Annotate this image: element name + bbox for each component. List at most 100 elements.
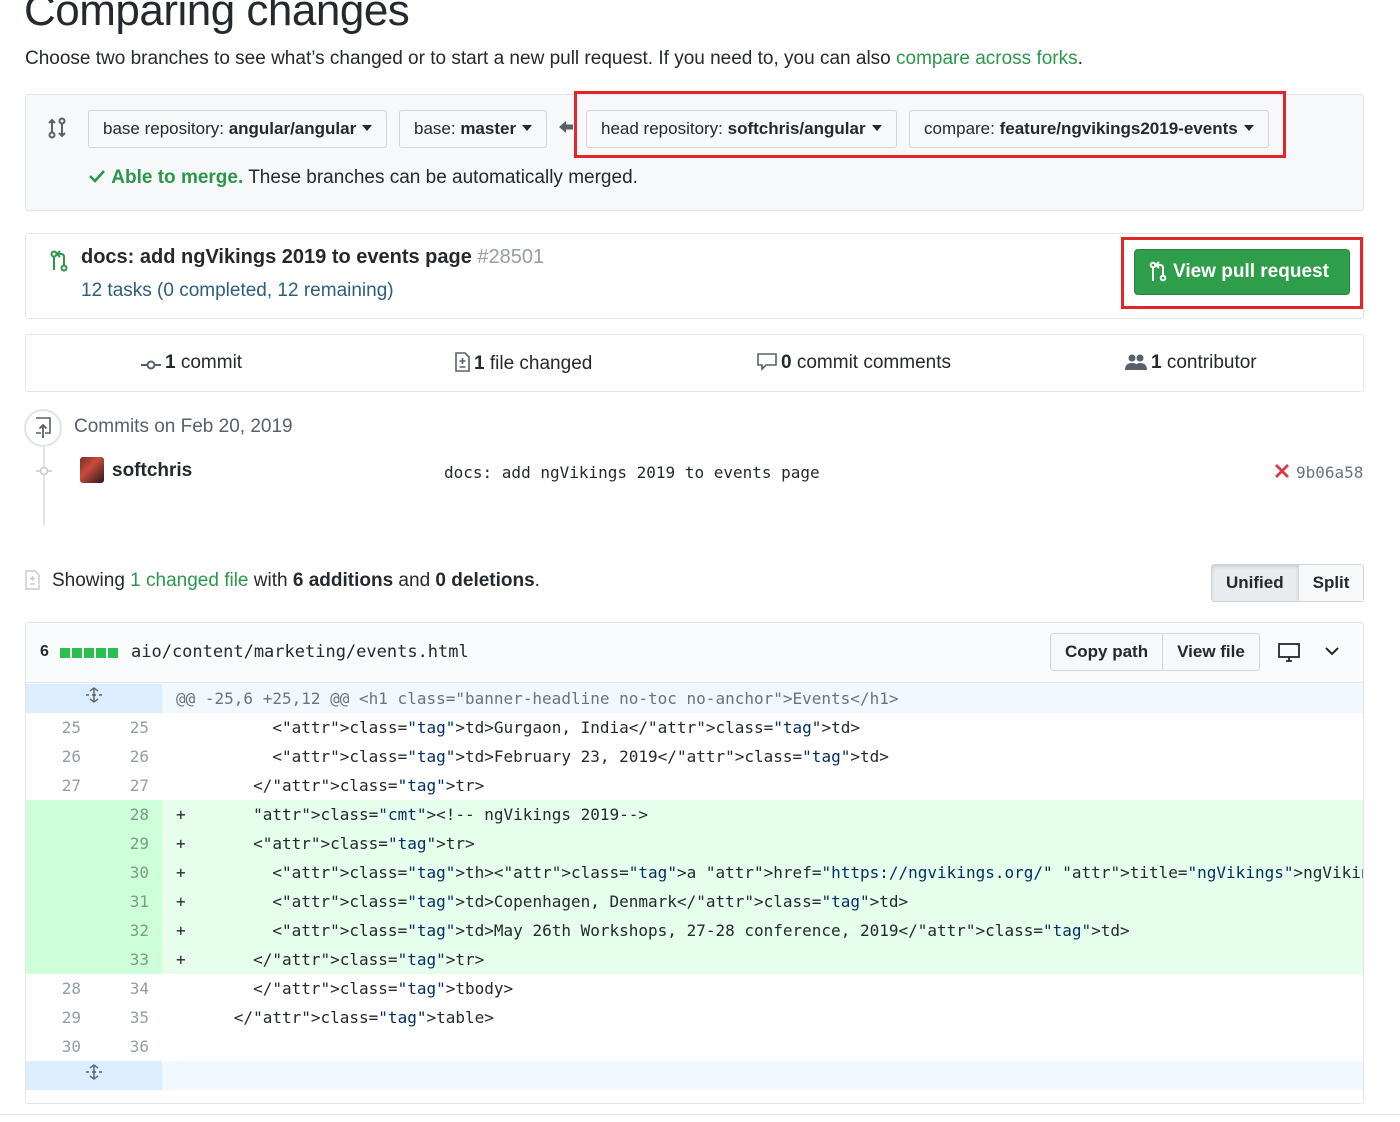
diff-line: 29 35 </"attr">class="tag">table> xyxy=(26,1003,1363,1032)
old-line-number[interactable]: 28 xyxy=(26,974,94,1003)
code-line: </"attr">class="tag">tr> xyxy=(176,776,485,795)
caret-down-icon xyxy=(1243,125,1254,131)
timeline-line xyxy=(43,447,45,525)
diff-view-toggle: Unified Split xyxy=(1211,564,1365,602)
pr-tasks: 12 tasks (0 completed, 12 remaining) xyxy=(81,280,394,301)
base-repo-value: angular/angular xyxy=(228,119,357,138)
commits-date-heading: Commits on Feb 20, 2019 xyxy=(74,416,293,437)
view-file-button[interactable]: View file xyxy=(1162,634,1259,670)
commit-icon xyxy=(141,360,161,370)
commit-message[interactable]: docs: add ngVikings 2019 to events page xyxy=(444,463,820,482)
old-line-number[interactable] xyxy=(26,887,94,916)
head-repository-select[interactable]: head repository: softchris/angular xyxy=(586,110,897,148)
file-path[interactable]: aio/content/marketing/events.html xyxy=(131,642,469,662)
files-summary: Showing 1 changed file with 6 additions … xyxy=(52,570,540,592)
expand-lines-button[interactable] xyxy=(26,684,162,713)
diff-line: 25 25 <"attr">class="tag">td>Gurgaon, Ind… xyxy=(26,713,1363,742)
subtitle-text: Choose two branches to see what’s change… xyxy=(25,48,897,69)
new-line-number[interactable]: 25 xyxy=(94,713,162,742)
new-line-number[interactable]: 27 xyxy=(94,771,162,800)
head-repo-label: head repository: xyxy=(601,119,728,138)
old-line-number[interactable]: 29 xyxy=(26,1003,94,1032)
stat-contributors[interactable]: 1 contributor xyxy=(1125,352,1257,374)
compare-label: compare: xyxy=(924,119,1000,138)
unified-button[interactable]: Unified xyxy=(1212,565,1299,601)
file-actions: Copy path View file xyxy=(1050,633,1260,671)
merge-ok-text: Able to merge. xyxy=(111,167,244,188)
copy-path-button[interactable]: Copy path xyxy=(1051,634,1163,670)
base-repository-select[interactable]: base repository: angular/angular xyxy=(88,110,388,148)
old-line-number[interactable] xyxy=(26,945,94,974)
code-line: + </"attr">class="tag">tr> xyxy=(176,950,485,969)
hunk-header xyxy=(162,1061,1363,1090)
unfold-icon xyxy=(86,687,102,703)
avatar[interactable] xyxy=(80,457,104,483)
new-line-number[interactable]: 35 xyxy=(94,1003,162,1032)
commit-author[interactable]: softchris xyxy=(112,460,192,482)
summary-end: . xyxy=(534,570,540,591)
page-divider xyxy=(0,1114,1400,1115)
file-change-count: 6 xyxy=(40,643,49,660)
new-line-number[interactable]: 31 xyxy=(94,887,162,916)
base-branch-select[interactable]: base: master xyxy=(399,110,548,148)
code-line: + "attr">class="cmt"><!-- ngVikings 2019… xyxy=(176,805,649,824)
diff-line: 28 + "attr">class="cmt"><!-- ngVikings 20… xyxy=(26,800,1363,829)
new-line-number[interactable]: 34 xyxy=(94,974,162,1003)
commits-count: 1 xyxy=(165,352,176,373)
stat-comments[interactable]: 0 commit comments xyxy=(757,352,951,374)
old-line-number[interactable]: 30 xyxy=(26,1032,94,1061)
code-line: + <"attr">class="tag">td>May 26th Worksh… xyxy=(176,921,1130,940)
stat-files[interactable]: 1 file changed xyxy=(454,352,592,375)
pr-number: #28501 xyxy=(477,246,545,268)
view-pr-label: View pull request xyxy=(1173,261,1329,282)
old-line-number[interactable]: 26 xyxy=(26,742,94,771)
old-line-number[interactable]: 25 xyxy=(26,713,94,742)
check-icon xyxy=(89,170,105,183)
hunk-header: @@ -25,6 +25,12 @@ <h1 class="banner-hea… xyxy=(176,689,899,708)
split-button[interactable]: Split xyxy=(1298,565,1364,601)
base-branch-label: base: xyxy=(414,119,461,138)
head-repo-value: softchris/angular xyxy=(727,119,866,138)
new-line-number[interactable]: 26 xyxy=(94,742,162,771)
summary-and: and xyxy=(393,570,436,591)
comments-label: commit comments xyxy=(791,352,951,373)
old-line-number[interactable] xyxy=(26,829,94,858)
new-line-number[interactable]: 36 xyxy=(94,1032,162,1061)
new-line-number[interactable]: 28 xyxy=(94,800,162,829)
new-line-number[interactable]: 33 xyxy=(94,945,162,974)
view-pull-request-button[interactable]: View pull request xyxy=(1134,249,1350,295)
old-line-number[interactable] xyxy=(26,916,94,945)
pr-title[interactable]: docs: add ngVikings 2019 to events page … xyxy=(81,246,544,269)
compare-across-forks-link[interactable]: compare across forks xyxy=(896,48,1078,69)
old-line-number[interactable] xyxy=(26,858,94,887)
file-diff: 6 aio/content/marketing/events.html Copy… xyxy=(25,622,1364,1104)
commit-sha[interactable]: 9b06a58 xyxy=(1296,463,1363,482)
chevron-down-icon[interactable] xyxy=(1324,645,1340,657)
changed-file-link[interactable]: 1 changed file xyxy=(130,570,248,591)
subtitle-end: . xyxy=(1077,48,1083,69)
people-icon xyxy=(1125,354,1147,370)
code-line: </"attr">class="tag">tbody> xyxy=(176,979,514,998)
diff-line: 28 34 </"attr">class="tag">tbody> xyxy=(26,974,1363,1003)
commits-label: commit xyxy=(175,352,243,373)
arrow-left-icon xyxy=(559,121,573,133)
display-rich-diff-icon[interactable] xyxy=(1278,643,1300,663)
compare-value: feature/ngvikings2019-events xyxy=(999,119,1238,138)
diff-line: 27 27 </"attr">class="tag">tr> xyxy=(26,771,1363,800)
file-diff-icon xyxy=(455,352,470,372)
new-line-number[interactable]: 30 xyxy=(94,858,162,887)
merge-description: These branches can be automatically merg… xyxy=(243,167,638,188)
old-line-number[interactable] xyxy=(26,800,94,829)
compare-branch-select[interactable]: compare: feature/ngvikings2019-events xyxy=(909,110,1269,148)
pull-request-icon xyxy=(1149,261,1167,282)
compare-stats: 1 commit 1 file changed 0 commit comment… xyxy=(25,334,1364,392)
x-failure-icon[interactable] xyxy=(1273,462,1291,480)
caret-down-icon xyxy=(871,125,882,131)
new-line-number[interactable]: 32 xyxy=(94,916,162,945)
new-line-number[interactable]: 29 xyxy=(94,829,162,858)
files-label: file changed xyxy=(484,353,593,374)
expand-lines-button[interactable] xyxy=(26,1061,162,1090)
stat-commits[interactable]: 1 commit xyxy=(141,352,242,374)
old-line-number[interactable]: 27 xyxy=(26,771,94,800)
